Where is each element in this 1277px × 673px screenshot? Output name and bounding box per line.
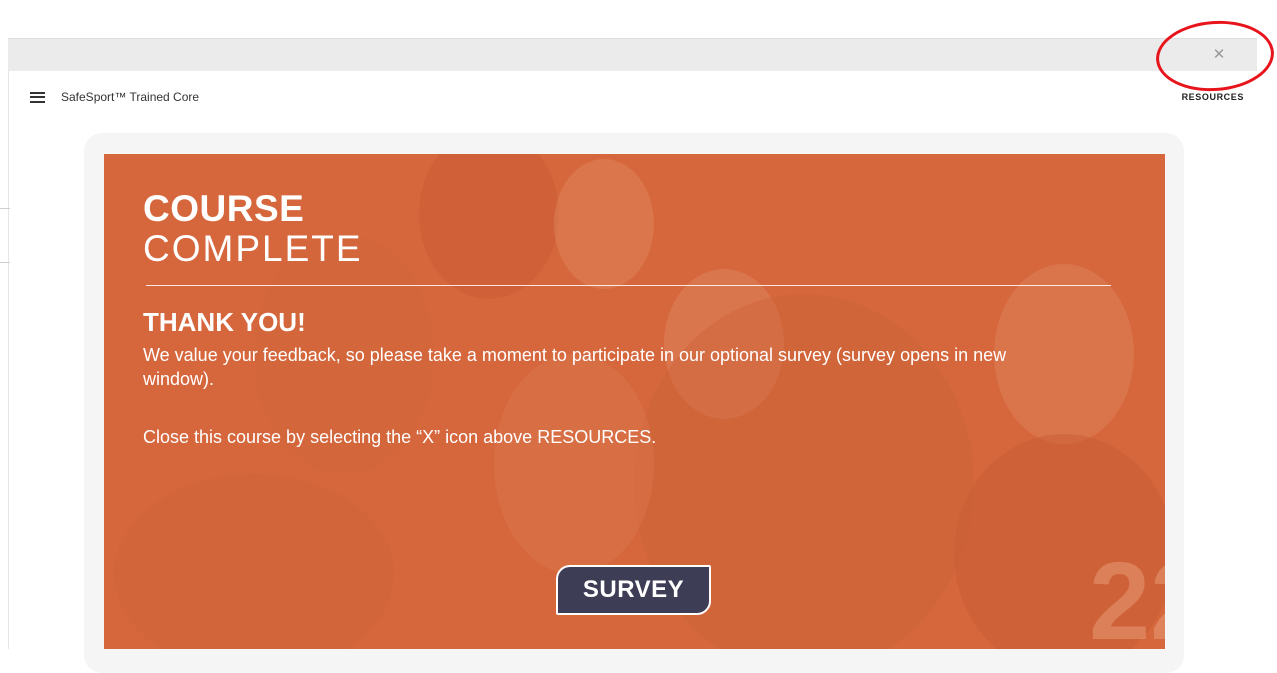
left-frame-border [8,70,9,649]
jersey-number-decor: 22 [1089,540,1165,649]
close-icon[interactable]: ✕ [1197,40,1241,68]
survey-message: We value your feedback, so please take a… [143,345,1007,389]
thank-you-heading: THANK YOU! [143,307,306,337]
frame-tick [0,208,10,209]
heading-divider [146,285,1111,286]
menu-icon[interactable] [30,91,45,103]
frame-tick [0,262,10,263]
close-instruction: Close this course by selecting the “X” i… [143,427,657,447]
heading-course: COURSE [143,188,305,229]
course-complete-slide: 22 COURSE COMPLETE THANK YOU! We value y… [104,154,1165,649]
heading-complete: COMPLETE [143,228,363,269]
course-title: SafeSport™ Trained Core [61,90,200,104]
survey-button[interactable]: SURVEY [556,565,711,615]
course-header: SafeSport™ Trained Core [30,86,199,108]
resources-link[interactable]: RESOURCES [1182,92,1244,102]
window-top-bar [8,38,1257,71]
